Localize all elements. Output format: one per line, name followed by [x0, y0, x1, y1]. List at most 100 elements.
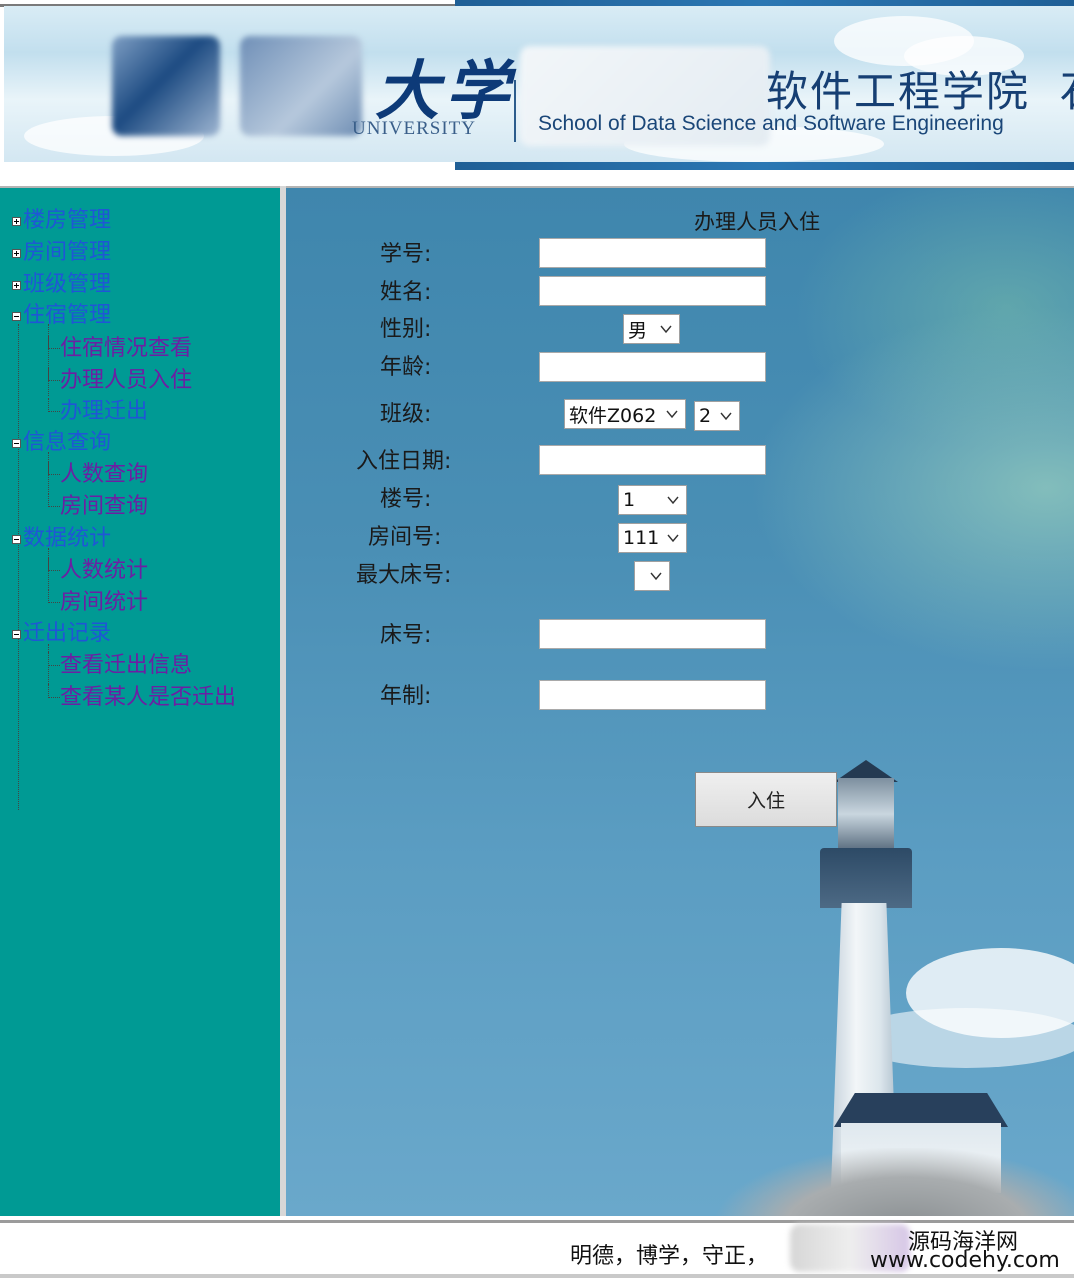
class-number-value: 2	[699, 405, 712, 427]
logo-emblem-blurred	[112, 36, 220, 136]
building-select[interactable]: 1	[618, 485, 687, 515]
tree-group-class[interactable]: 班级管理	[12, 270, 111, 300]
expand-plus-icon[interactable]	[12, 248, 21, 258]
tree-hook	[48, 335, 60, 349]
tree-item-label[interactable]: 办理迁出	[60, 397, 148, 427]
label-name: 姓名:	[380, 280, 432, 305]
tree-hook	[48, 684, 60, 698]
label-student-id: 学号:	[380, 242, 432, 267]
tree-hook	[48, 398, 60, 412]
label-checkin-date: 入住日期:	[356, 449, 452, 474]
expand-plus-icon[interactable]	[12, 216, 21, 226]
tree-item-checkout[interactable]: 办理迁出	[48, 397, 148, 427]
tree-hook	[48, 493, 60, 507]
tree-group-label[interactable]: 班级管理	[23, 270, 111, 300]
tree-group-label[interactable]: 迁出记录	[23, 619, 111, 649]
tree-item-room-query[interactable]: 房间查询	[48, 492, 148, 522]
footer: 明德，博学，守正， 源码海洋网 www.codehy.com	[0, 1216, 1074, 1280]
tree-group-label[interactable]: 信息查询	[23, 428, 111, 458]
tree-hook	[48, 367, 60, 381]
tree-group-label[interactable]: 楼房管理	[23, 206, 111, 236]
label-age: 年龄:	[380, 355, 432, 380]
lighthouse-decoration	[834, 1093, 1008, 1127]
tree-item-check-person-checkout[interactable]: 查看某人是否迁出	[48, 683, 236, 713]
tree-group-checkout-records[interactable]: 迁出记录	[12, 619, 111, 649]
school-name-overflow: 石	[1060, 58, 1074, 119]
tree-item-label[interactable]: 查看迁出信息	[60, 651, 192, 681]
collapse-minus-icon[interactable]	[12, 438, 21, 448]
tree-item-count-stats[interactable]: 人数统计	[48, 556, 148, 586]
tree-item-accommodation-view[interactable]: 住宿情况查看	[48, 334, 192, 364]
checkin-submit-button[interactable]: 入住	[695, 772, 837, 827]
tree-group-accommodation[interactable]: 住宿管理	[12, 301, 111, 331]
chevron-down-icon	[650, 572, 662, 581]
class-number-select[interactable]: 2	[694, 401, 740, 431]
header-banner: 大学 UNIVERSITY 软件工程学院 石 School of Data Sc…	[0, 0, 1074, 186]
label-bed: 床号:	[380, 623, 432, 648]
tree-group-room[interactable]: 房间管理	[12, 238, 111, 268]
collapse-minus-icon[interactable]	[12, 534, 21, 544]
years-input[interactable]	[539, 680, 766, 710]
tree-hook	[48, 557, 60, 571]
tree-item-count-query[interactable]: 人数查询	[48, 460, 148, 490]
tree-item-label[interactable]: 人数查询	[60, 460, 148, 490]
school-name-cn: 软件工程学院	[766, 67, 1031, 116]
room-select[interactable]: 111	[618, 523, 687, 553]
chevron-down-icon	[720, 412, 732, 421]
label-max-bed: 最大床号:	[356, 563, 452, 588]
tree-group-label[interactable]: 房间管理	[23, 238, 111, 268]
label-gender: 性别:	[380, 317, 432, 342]
tree-item-label[interactable]: 住宿情况查看	[60, 334, 192, 364]
tree-item-room-stats[interactable]: 房间统计	[48, 588, 148, 618]
lighthouse-decoration	[820, 848, 912, 908]
label-years: 年制:	[380, 684, 432, 709]
footer-bottom-rule	[0, 1274, 1074, 1278]
tree-item-label[interactable]: 房间查询	[60, 492, 148, 522]
tree-item-label[interactable]: 人数统计	[60, 556, 148, 586]
banner-divider	[514, 80, 516, 142]
age-input[interactable]	[539, 352, 766, 382]
university-name-blurred	[240, 36, 362, 136]
tree-group-label[interactable]: 数据统计	[23, 524, 111, 554]
chevron-down-icon	[667, 496, 679, 505]
label-class: 班级:	[380, 402, 432, 427]
sidebar-nav-tree: 楼房管理 房间管理 班级管理 住宿管理 住宿情况查看 办理人员入住 办理迁出 信…	[0, 186, 280, 1218]
tree-hook	[48, 461, 60, 475]
gender-select[interactable]: 男	[623, 314, 680, 344]
tree-group-label[interactable]: 住宿管理	[23, 301, 111, 331]
collapse-minus-icon[interactable]	[12, 311, 21, 321]
lighthouse-decoration	[838, 778, 894, 850]
tree-item-label[interactable]: 房间统计	[60, 588, 148, 618]
checkin-form-panel: 办理人员入住 学号: 姓名: 性别: 男 年龄: 班级: 软件Z062 2 入住…	[286, 186, 1074, 1218]
chevron-down-icon	[660, 325, 672, 334]
chevron-down-icon	[666, 410, 678, 419]
tree-group-statistics[interactable]: 数据统计	[12, 524, 111, 554]
expand-plus-icon[interactable]	[12, 280, 21, 290]
tree-group-query[interactable]: 信息查询	[12, 428, 111, 458]
footer-motto: 明德，博学，守正，	[570, 1244, 769, 1269]
checkin-date-input[interactable]	[539, 445, 766, 475]
tree-group-building[interactable]: 楼房管理	[12, 206, 111, 236]
tree-hook	[48, 589, 60, 603]
tree-item-checkin[interactable]: 办理人员入住	[48, 366, 192, 396]
footer-rule	[0, 1220, 1074, 1223]
form-title: 办理人员入住	[694, 210, 820, 234]
tree-connector	[18, 324, 19, 810]
label-room: 房间号:	[368, 525, 442, 550]
banner-stripe-bottom	[455, 162, 1074, 170]
watermark-url: www.codehy.com	[870, 1248, 1060, 1273]
bed-input[interactable]	[539, 619, 766, 649]
class-major-select[interactable]: 软件Z062	[564, 399, 686, 429]
tree-item-label[interactable]: 办理人员入住	[60, 366, 192, 396]
tree-item-view-checkout[interactable]: 查看迁出信息	[48, 651, 192, 681]
name-input[interactable]	[539, 276, 766, 306]
tree-hook	[48, 652, 60, 666]
max-bed-select[interactable]	[634, 561, 670, 591]
chevron-down-icon	[667, 534, 679, 543]
university-name-en: UNIVERSITY	[352, 118, 476, 139]
collapse-minus-icon[interactable]	[12, 629, 21, 639]
building-select-value: 1	[623, 489, 636, 511]
class-major-value: 软件Z062	[569, 404, 657, 427]
student-id-input[interactable]	[539, 238, 766, 268]
tree-item-label[interactable]: 查看某人是否迁出	[60, 683, 236, 713]
